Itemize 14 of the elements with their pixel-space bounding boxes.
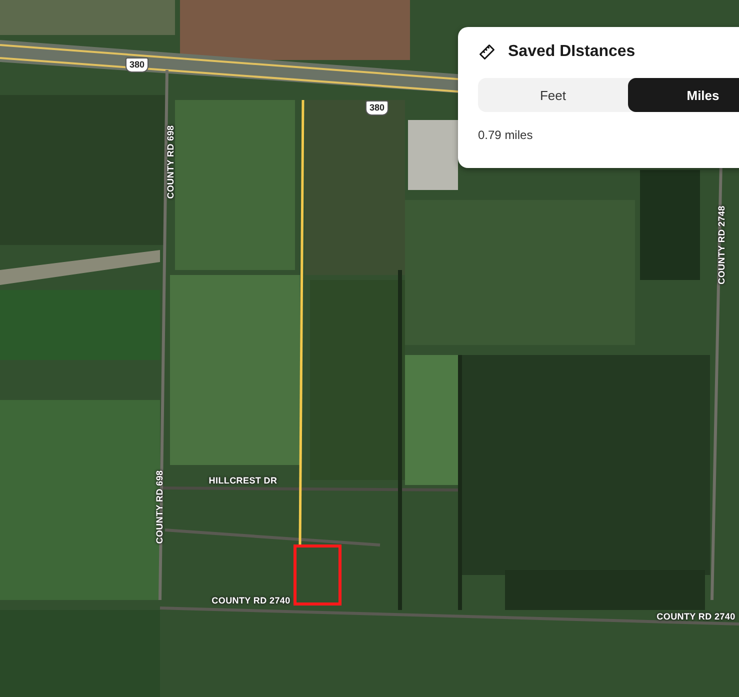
road-label: COUNTY RD 698 [166, 125, 176, 199]
road-label: COUNTY RD 2748 [718, 206, 726, 284]
road-label: COUNTY RD 698 [156, 470, 164, 544]
distance-result: 0.79 miles [478, 128, 534, 142]
ruler-icon [478, 43, 496, 61]
highway-shield: 380 [365, 100, 389, 116]
highway-shield: 380 [125, 58, 149, 72]
road-label: HILLCREST DR [208, 476, 278, 486]
unit-tab[interactable]: Miles [628, 78, 739, 112]
panel-title: Saved DIstances [508, 43, 636, 61]
parcel-outline [294, 544, 342, 606]
road-label: COUNTY RD 2740 [656, 612, 736, 622]
unit-tab[interactable]: Feet [478, 78, 628, 112]
road-label: COUNTY RD 2740 [212, 596, 290, 606]
